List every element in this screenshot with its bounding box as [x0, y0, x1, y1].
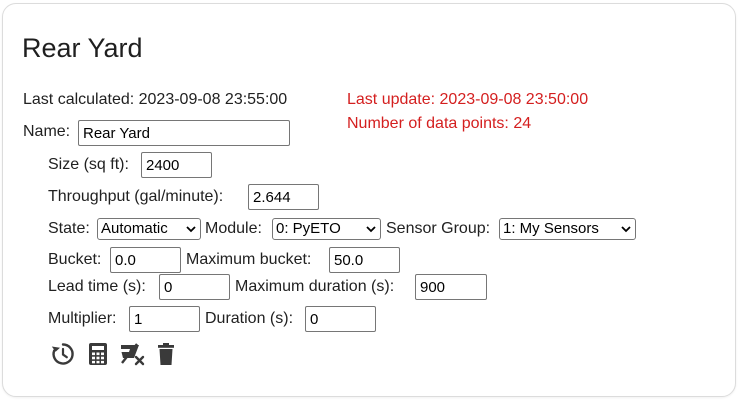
data-points-count: Number of data points: 24 [347, 115, 532, 132]
sensor-group-select-value: 1: My Sensors [503, 220, 599, 237]
last-calculated: Last calculated: 2023-09-08 23:55:00 [23, 91, 288, 108]
zone-title: Rear Yard [22, 33, 143, 63]
duration-input[interactable] [305, 306, 376, 332]
max-bucket-input[interactable] [329, 247, 400, 273]
calculator-icon[interactable] [85, 341, 111, 367]
clear-icon[interactable] [119, 341, 145, 367]
sensor-group-select[interactable]: 1: My Sensors [499, 218, 636, 240]
name-label: Name: [23, 123, 71, 140]
throughput-input[interactable] [248, 184, 319, 210]
module-select-value: 0: PyETO [276, 220, 341, 237]
state-select-value: Automatic [101, 220, 168, 237]
module-label: Module: [205, 220, 262, 237]
max-duration-label: Maximum duration (s): [235, 278, 395, 295]
delete-icon[interactable] [153, 341, 179, 367]
bucket-label: Bucket: [48, 251, 102, 268]
lead-time-label: Lead time (s): [48, 278, 146, 295]
size-label: Size (sq ft): [48, 156, 129, 173]
size-input[interactable] [141, 152, 212, 178]
state-select[interactable]: Automatic [97, 218, 201, 240]
name-input[interactable] [78, 120, 290, 146]
chevron-down-icon [366, 226, 376, 233]
multiplier-input[interactable] [129, 306, 200, 332]
last-update: Last update: 2023-09-08 23:50:00 [347, 91, 589, 108]
lead-time-input[interactable] [159, 274, 230, 300]
max-bucket-label: Maximum bucket: [186, 251, 312, 268]
chevron-down-icon [186, 226, 196, 233]
state-label: State: [48, 220, 90, 237]
throughput-label: Throughput (gal/minute): [48, 188, 224, 205]
duration-label: Duration (s): [205, 310, 294, 327]
max-duration-input[interactable] [415, 274, 487, 300]
update-icon[interactable] [50, 341, 76, 367]
chevron-down-icon [621, 226, 631, 233]
module-select[interactable]: 0: PyETO [272, 218, 381, 240]
bucket-input[interactable] [110, 247, 181, 273]
sensor-group-label: Sensor Group: [386, 220, 491, 237]
multiplier-label: Multiplier: [48, 310, 117, 327]
